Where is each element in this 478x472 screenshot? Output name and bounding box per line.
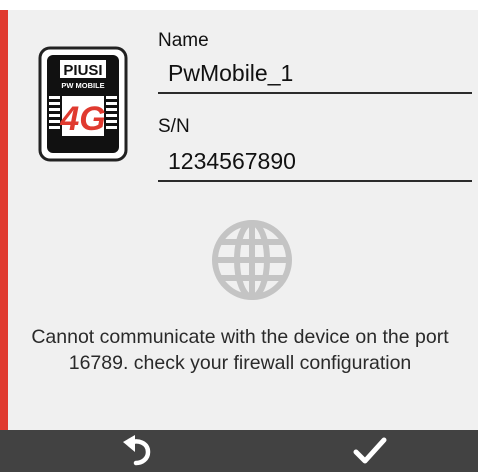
device-network-text: 4G xyxy=(59,100,105,138)
name-field[interactable]: PwMobile_1 xyxy=(168,60,293,87)
undo-icon xyxy=(123,435,151,466)
checkmark-icon xyxy=(353,437,387,464)
accent-bar xyxy=(0,10,8,430)
undo-button[interactable] xyxy=(96,430,176,472)
name-field-underline xyxy=(158,92,472,94)
sn-field-underline xyxy=(158,180,472,182)
device-logo-text: PIUSI xyxy=(63,62,102,79)
sn-field[interactable]: 1234567890 xyxy=(168,148,296,175)
confirm-button[interactable] xyxy=(330,430,410,472)
device-model-text: PW MOBILE xyxy=(61,81,104,90)
globe-icon xyxy=(212,220,292,300)
connection-error-message: Cannot communicate with the device on th… xyxy=(31,326,449,374)
name-label: Name xyxy=(158,30,209,51)
sn-label: S/N xyxy=(158,116,190,137)
bottom-toolbar xyxy=(0,430,478,472)
device-icon: PIUSI PW MOBILE 4G xyxy=(38,46,128,162)
device-panel: PIUSI PW MOBILE 4G Name PwMobile_1 S/N 1… xyxy=(0,10,478,472)
